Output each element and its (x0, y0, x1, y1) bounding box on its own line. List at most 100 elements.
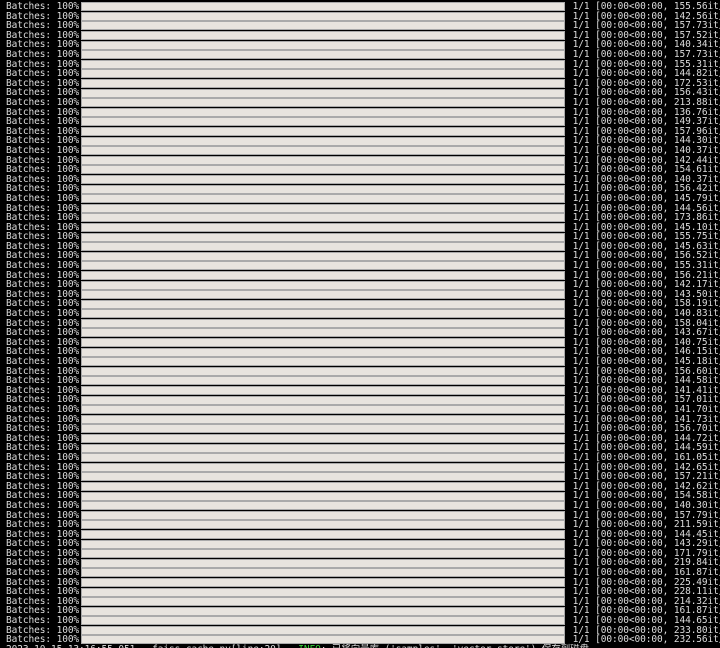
progress-bar (81, 79, 565, 88)
progress-bar-fill (82, 454, 564, 461)
progress-bar (81, 261, 565, 270)
progress-bar-fill (82, 416, 564, 423)
progress-bar (81, 194, 565, 203)
progress-meta: 1/1 [00:00<00:00, 232.56it/s] (567, 635, 720, 645)
progress-bar-fill (82, 147, 564, 154)
progress-bar-fill (82, 61, 564, 68)
progress-bar-fill (82, 234, 564, 241)
progress-bar (81, 69, 565, 78)
progress-bar (81, 12, 565, 21)
progress-bar-fill (82, 310, 564, 317)
progress-bar (81, 405, 565, 414)
progress-bar (81, 607, 565, 616)
progress-bar (81, 98, 565, 107)
progress-bar-fill (82, 253, 564, 260)
progress-bar-fill (82, 157, 564, 164)
progress-bar (81, 472, 565, 481)
progress-bar (81, 300, 565, 309)
progress-bar-fill (82, 214, 564, 221)
progress-bar (81, 233, 565, 242)
progress-bar (81, 338, 565, 347)
progress-bar-fill (82, 166, 564, 173)
progress-bar-fill (82, 109, 564, 116)
progress-bar (81, 165, 565, 174)
progress-bar-fill (82, 118, 564, 125)
progress-bar-fill (82, 195, 564, 202)
progress-bar (81, 252, 565, 261)
progress-bar-fill (82, 282, 564, 289)
progress-bar-fill (82, 512, 564, 519)
progress-bar-fill (82, 425, 564, 432)
terminal[interactable]: Batches: 100% 1/1 [00:00<00:00, 155.56it… (0, 0, 720, 648)
progress-bar-fill (82, 579, 564, 586)
progress-bar-fill (82, 51, 564, 58)
progress-bar (81, 635, 565, 644)
progress-row: Batches: 100% 1/1 [00:00<00:00, 232.56it… (6, 635, 714, 645)
progress-meta: 1/1 [00:00<00:00, 140.30it/s] (567, 501, 720, 511)
progress-bar (81, 127, 565, 136)
progress-bar (81, 549, 565, 558)
progress-bar-fill (82, 608, 564, 615)
progress-bar (81, 108, 565, 117)
progress-bar-fill (82, 617, 564, 624)
progress-bar-fill (82, 262, 564, 269)
progress-bar (81, 204, 565, 213)
progress-bar (81, 146, 565, 155)
progress-bar-fill (82, 435, 564, 442)
progress-bar-fill (82, 349, 564, 356)
progress-bar-fill (82, 397, 564, 404)
progress-bar-fill (82, 445, 564, 452)
progress-bar (81, 242, 565, 251)
progress-bar (81, 530, 565, 539)
progress-bar (81, 434, 565, 443)
progress-bar (81, 319, 565, 328)
progress-bar (81, 453, 565, 462)
progress-bar (81, 482, 565, 491)
progress-bar (81, 511, 565, 520)
progress-bar-fill (82, 329, 564, 336)
progress-bar-fill (82, 90, 564, 97)
progress-bar (81, 616, 565, 625)
progress-bar (81, 501, 565, 510)
progress-bar-fill (82, 224, 564, 231)
progress-meta: 1/1 [00:00<00:00, 145.79it/s] (567, 194, 720, 204)
progress-bar (81, 578, 565, 587)
progress-bar-fill (82, 128, 564, 135)
progress-bar-fill (82, 80, 564, 87)
progress-bar (81, 223, 565, 232)
progress-bar-fill (82, 464, 564, 471)
progress-bar (81, 281, 565, 290)
progress-bar-fill (82, 272, 564, 279)
progress-bar-fill (82, 32, 564, 39)
progress-bar (81, 60, 565, 69)
progress-bar (81, 290, 565, 299)
progress-bar-fill (82, 541, 564, 548)
progress-bar (81, 137, 565, 146)
progress-bar (81, 2, 565, 11)
progress-bar-fill (82, 3, 564, 10)
progress-bar (81, 175, 565, 184)
progress-bar-fill (82, 99, 564, 106)
progress-bar (81, 424, 565, 433)
progress-bar (81, 444, 565, 453)
progress-bar (81, 559, 565, 568)
progress-bar-fill (82, 377, 564, 384)
progress-bar (81, 568, 565, 577)
progress-bar-fill (82, 186, 564, 193)
progress-bar (81, 367, 565, 376)
progress-bar-fill (82, 42, 564, 49)
progress-bar-fill (82, 387, 564, 394)
progress-bar (81, 492, 565, 501)
progress-bar-fill (82, 502, 564, 509)
progress-bar-fill (82, 22, 564, 29)
progress-bar (81, 626, 565, 635)
progress-bar (81, 309, 565, 318)
progress-bar (81, 21, 565, 30)
progress-bar (81, 213, 565, 222)
progress-bar-fill (82, 205, 564, 212)
progress-bar-fill (82, 301, 564, 308)
progress-label: Batches: 100% (6, 194, 81, 204)
progress-bar-fill (82, 560, 564, 567)
progress-bar (81, 89, 565, 98)
progress-bar (81, 597, 565, 606)
